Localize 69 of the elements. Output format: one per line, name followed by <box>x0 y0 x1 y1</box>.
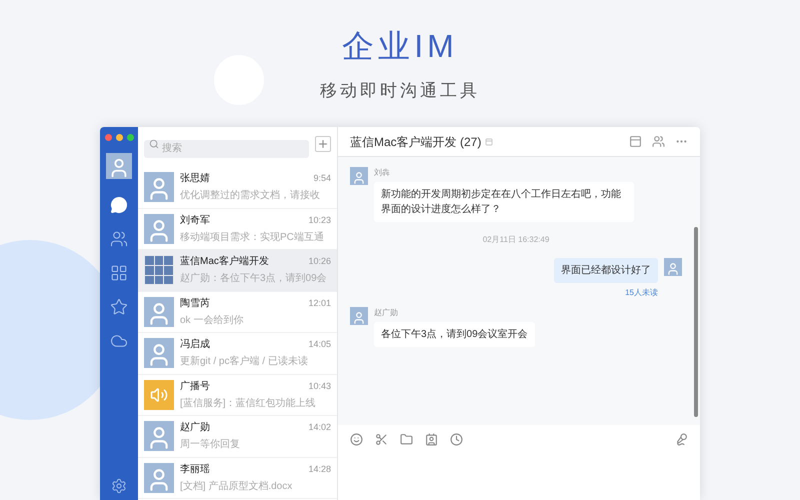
contact-name: 张思婧 <box>180 172 210 186</box>
members-icon[interactable] <box>652 135 665 148</box>
folder-icon[interactable] <box>400 433 413 446</box>
hero-title: 企业IM <box>342 30 458 62</box>
settings-icon[interactable] <box>111 478 127 494</box>
avatar <box>144 172 174 202</box>
contact-name: 刘奇军 <box>180 214 210 228</box>
group-avatar <box>144 255 174 286</box>
contact-name: 李丽瑶 <box>180 462 210 477</box>
message-preview: ok 一会给到你 <box>180 314 244 328</box>
contact-card-icon[interactable] <box>425 433 438 446</box>
message-time: 10:43 <box>308 380 331 392</box>
message-bubble: 新功能的开发周期初步定在在八个工作日左右吧，功能界面的设计进度怎么样了？ <box>374 182 634 222</box>
message-preview: 移动端项目需求：实现PC端互通 <box>180 230 325 245</box>
sender-name: 赵广勋 <box>374 307 399 319</box>
avatar <box>144 214 174 244</box>
message-preview: [文档] 产品原型文档.docx <box>180 480 294 494</box>
message-time: 14:02 <box>308 421 331 434</box>
search-field[interactable]: 搜索 <box>144 140 309 158</box>
contact-name: 陶雪芮 <box>180 296 210 311</box>
scissors-icon[interactable] <box>375 433 388 446</box>
message-preview: 优化调整过的需求文档，请接收 <box>180 188 321 204</box>
add-button[interactable] <box>315 136 331 152</box>
unread-count[interactable]: 15人未读 <box>625 287 658 299</box>
message-time: 12:01 <box>308 296 331 310</box>
message-time: 9:54 <box>313 172 331 185</box>
edit-icon <box>485 138 494 146</box>
speaker-avatar <box>144 380 174 410</box>
message-time: 10:26 <box>308 255 331 268</box>
conversation-item[interactable]: 蓝信Mac客户端开发 10:26 赵广勋：各位下午3点，请到09会 <box>138 250 337 292</box>
conversation-item[interactable]: 刘奇军 10:23 移动端项目需求：实现PC端互通 <box>138 208 337 250</box>
star-icon[interactable] <box>109 297 129 317</box>
voice-icon[interactable] <box>675 433 688 446</box>
message-preview: 赵广勋：各位下午3点，请到09会 <box>180 272 328 286</box>
message-preview: 周一等你回复 <box>180 438 241 452</box>
conversation-item[interactable]: 陶雪芮 12:01 ok 一会给到你 <box>138 292 337 333</box>
conversation-item[interactable]: 李丽瑶 14:28 [文档] 产品原型文档.docx <box>138 458 337 499</box>
plus-icon <box>317 138 329 150</box>
message-preview: 更新git / pc客户端 / 已读未读 <box>180 354 309 370</box>
contact-name: 蓝信Mac客户端开发 <box>180 254 269 270</box>
clock-icon[interactable] <box>450 433 463 446</box>
avatar <box>350 167 368 185</box>
message-time: 14:28 <box>308 462 331 476</box>
avatar <box>664 258 682 276</box>
contacts-icon[interactable] <box>109 229 129 249</box>
grid-icon[interactable] <box>109 263 129 283</box>
hero-subtitle: 移动即时沟通工具 <box>320 80 480 102</box>
emoji-icon[interactable] <box>350 433 363 446</box>
contact-name: 冯启成 <box>180 338 210 352</box>
avatar <box>106 153 132 179</box>
chat-icon[interactable] <box>109 195 129 215</box>
timestamp: 02月11日 16:32:49 <box>482 234 550 246</box>
contact-name: 广播号 <box>180 380 210 394</box>
conversation-item[interactable]: 广播号 10:43 [蓝信服务]：蓝信红包功能上线 <box>138 374 337 416</box>
document-icon[interactable] <box>629 135 642 148</box>
avatar <box>144 462 174 493</box>
avatar <box>144 338 174 368</box>
search-icon <box>149 139 159 149</box>
message-bubble: 各位下午3点，请到09会议室开会 <box>374 322 535 347</box>
sender-name: 刘犇 <box>374 167 391 179</box>
avatar <box>350 307 368 325</box>
avatar <box>144 296 174 327</box>
message-time: 10:23 <box>308 214 331 226</box>
message-bubble: 界面已经都设计好了 <box>554 258 658 283</box>
message-preview: [蓝信服务]：蓝信红包功能上线 <box>180 396 317 411</box>
avatar <box>144 421 174 452</box>
message-time: 14:05 <box>308 338 331 351</box>
contact-name: 赵广勋 <box>180 420 210 436</box>
chat-title: 蓝信Mac客户端开发 (27) <box>350 134 482 150</box>
